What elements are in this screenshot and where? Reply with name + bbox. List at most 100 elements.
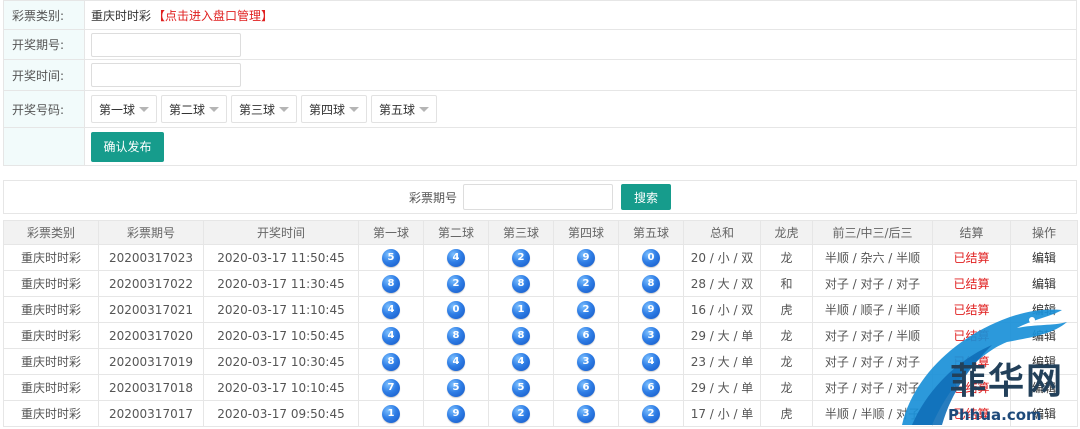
time-label: 开奖时间: bbox=[4, 60, 85, 90]
column-header: 第二球 bbox=[423, 220, 489, 245]
ball-cell: 2 bbox=[553, 296, 619, 323]
ball-select-label: 第二球 bbox=[169, 102, 206, 117]
number-ball: 9 bbox=[577, 248, 595, 267]
dragon-tiger-cell-text: 和 bbox=[780, 277, 793, 291]
ball-cell: 2 bbox=[553, 270, 619, 297]
number-ball: 8 bbox=[382, 352, 400, 371]
draw-time-cell-text: 2020-03-17 11:30:45 bbox=[217, 276, 345, 291]
search-bar: 彩票期号 搜索 bbox=[3, 180, 1077, 214]
ball-select-1[interactable]: 第一球 bbox=[91, 95, 157, 123]
ball-select-2[interactable]: 第二球 bbox=[161, 95, 227, 123]
positions-cell-text: 对子 / 对子 / 对子 bbox=[824, 355, 921, 369]
issue-cell: 20200317018 bbox=[98, 374, 204, 401]
issue-cell-text: 20200317017 bbox=[109, 406, 193, 421]
issue-cell-text: 20200317018 bbox=[109, 380, 193, 395]
search-issue-input[interactable] bbox=[463, 184, 613, 210]
lottery-type-cell: 重庆时时彩 bbox=[3, 270, 99, 297]
draw-time-cell-text: 2020-03-17 10:30:45 bbox=[217, 354, 345, 369]
ball-cell: 2 bbox=[618, 400, 684, 427]
table-row: 重庆时时彩 20200317019 2020-03-17 10:30:45 8 4 4 3 4… bbox=[3, 348, 1078, 375]
lottery-type-cell: 重庆时时彩 bbox=[3, 400, 99, 427]
column-header: 第三球 bbox=[488, 220, 554, 245]
column-header: 操作 bbox=[1010, 220, 1078, 245]
ball-select-3[interactable]: 第三球 bbox=[231, 95, 297, 123]
ball-cell: 8 bbox=[358, 348, 424, 375]
table-row: 重庆时时彩 20200317022 2020-03-17 11:30:45 8 2 8 2 8… bbox=[3, 270, 1078, 297]
lottery-type-cell: 重庆时时彩 bbox=[3, 296, 99, 323]
lottery-type-cell-text: 重庆时时彩 bbox=[20, 329, 81, 343]
publish-cell: 确认发布 bbox=[85, 128, 1076, 165]
number-ball: 8 bbox=[382, 274, 400, 293]
sum-cell: 28 / 大 / 双 bbox=[683, 270, 761, 297]
dragon-tiger-cell-text: 虎 bbox=[780, 303, 793, 317]
positions-cell-text: 对子 / 对子 / 对子 bbox=[824, 381, 921, 395]
number-ball: 7 bbox=[382, 378, 400, 397]
edit-cell-text[interactable]: 编辑 bbox=[1032, 251, 1056, 265]
draw-time-cell: 2020-03-17 11:50:45 bbox=[203, 244, 359, 271]
issue-input[interactable] bbox=[91, 32, 241, 57]
sum-cell-text: 23 / 大 / 单 bbox=[690, 355, 754, 369]
settlement-cell-text: 已结算 bbox=[953, 277, 990, 291]
draw-results-table: 彩票类别 彩票期号 开奖时间 第一球 第二球 第三球 第四球 第五球 总和 龙虎 前三/中三/后三结… bbox=[3, 220, 1078, 427]
number-ball: 2 bbox=[577, 274, 595, 293]
ball-cell: 6 bbox=[553, 374, 619, 401]
dragon-tiger-cell-text: 龙 bbox=[780, 251, 793, 265]
sum-cell-text: 28 / 大 / 双 bbox=[690, 277, 754, 291]
issue-cell-text: 20200317022 bbox=[109, 276, 193, 291]
number-ball: 9 bbox=[642, 300, 660, 319]
number-ball: 4 bbox=[382, 300, 400, 319]
sum-cell-text: 29 / 大 / 单 bbox=[690, 381, 754, 395]
number-ball: 4 bbox=[512, 352, 530, 371]
positions-cell: 半顺 / 半顺 / 对子 bbox=[812, 400, 933, 427]
number-ball: 0 bbox=[642, 248, 660, 267]
issue-cell: 20200317019 bbox=[98, 348, 204, 375]
positions-cell: 对子 / 对子 / 对子 bbox=[812, 374, 933, 401]
number-ball: 2 bbox=[512, 404, 530, 423]
ball-cell: 8 bbox=[618, 270, 684, 297]
draw-time-cell: 2020-03-17 10:10:45 bbox=[203, 374, 359, 401]
ball-cell: 4 bbox=[423, 244, 489, 271]
ball-cell: 4 bbox=[358, 322, 424, 349]
draw-time-cell: 2020-03-17 10:50:45 bbox=[203, 322, 359, 349]
confirm-publish-button[interactable]: 确认发布 bbox=[91, 131, 164, 162]
publish-row-label bbox=[4, 128, 85, 165]
dragon-tiger-cell: 龙 bbox=[760, 244, 813, 271]
number-ball: 4 bbox=[447, 352, 465, 371]
number-ball: 8 bbox=[512, 326, 530, 345]
number-ball: 9 bbox=[447, 404, 465, 423]
search-button[interactable]: 搜索 bbox=[621, 184, 671, 210]
draw-time-input[interactable] bbox=[91, 63, 241, 87]
sum-cell-text: 17 / 小 / 单 bbox=[690, 407, 754, 421]
ball-cell: 6 bbox=[618, 374, 684, 401]
table-body: 重庆时时彩 20200317023 2020-03-17 11:50:45 5 4 2 9 0… bbox=[3, 244, 1078, 427]
lottery-type-cell-text: 重庆时时彩 bbox=[20, 381, 81, 395]
ball-select-5[interactable]: 第五球 bbox=[371, 95, 437, 123]
ball-select-4[interactable]: 第四球 bbox=[301, 95, 367, 123]
publish-row: 确认发布 bbox=[4, 128, 1076, 166]
sum-cell: 16 / 小 / 双 bbox=[683, 296, 761, 323]
table-row: 重庆时时彩 20200317018 2020-03-17 10:10:45 7 5 5 6 6… bbox=[3, 374, 1078, 401]
issue-value-cell bbox=[85, 30, 1076, 59]
caret-down-icon bbox=[279, 106, 289, 112]
sum-cell-text: 16 / 小 / 双 bbox=[690, 303, 754, 317]
edit-cell-text[interactable]: 编辑 bbox=[1032, 329, 1056, 343]
market-management-link[interactable]: 【点击进入盘口管理】 bbox=[153, 7, 273, 24]
draw-time-cell-text: 2020-03-17 11:50:45 bbox=[217, 250, 345, 265]
number-ball: 6 bbox=[577, 378, 595, 397]
table-header-row: 彩票类别 彩票期号 开奖时间 第一球 第二球 第三球 第四球 第五球 总和 龙虎 前三/中三/后三结… bbox=[3, 220, 1078, 245]
positions-cell-text: 半顺 / 半顺 / 对子 bbox=[824, 407, 921, 421]
sum-cell: 17 / 小 / 单 bbox=[683, 400, 761, 427]
sum-cell: 29 / 大 / 单 bbox=[683, 374, 761, 401]
edit-cell: 编辑 bbox=[1010, 296, 1078, 323]
edit-cell-text[interactable]: 编辑 bbox=[1032, 303, 1056, 317]
draw-form: 彩票类别: 重庆时时彩 【点击进入盘口管理】 开奖期号: 开奖时间: 开奖号码:… bbox=[3, 0, 1077, 166]
ball-selects: 第一球 第二球 第三球 第四球 第五球 bbox=[85, 91, 1076, 127]
edit-cell-text[interactable]: 编辑 bbox=[1032, 277, 1056, 291]
column-header: 前三/中三/后三 bbox=[812, 220, 933, 245]
draw-time-cell: 2020-03-17 10:30:45 bbox=[203, 348, 359, 375]
lottery-type-label: 彩票类别: bbox=[4, 1, 85, 29]
ball-cell: 5 bbox=[488, 374, 554, 401]
lottery-type-cell: 重庆时时彩 bbox=[3, 322, 99, 349]
column-header: 彩票类别 bbox=[3, 220, 99, 245]
positions-cell: 对子 / 对子 / 半顺 bbox=[812, 322, 933, 349]
